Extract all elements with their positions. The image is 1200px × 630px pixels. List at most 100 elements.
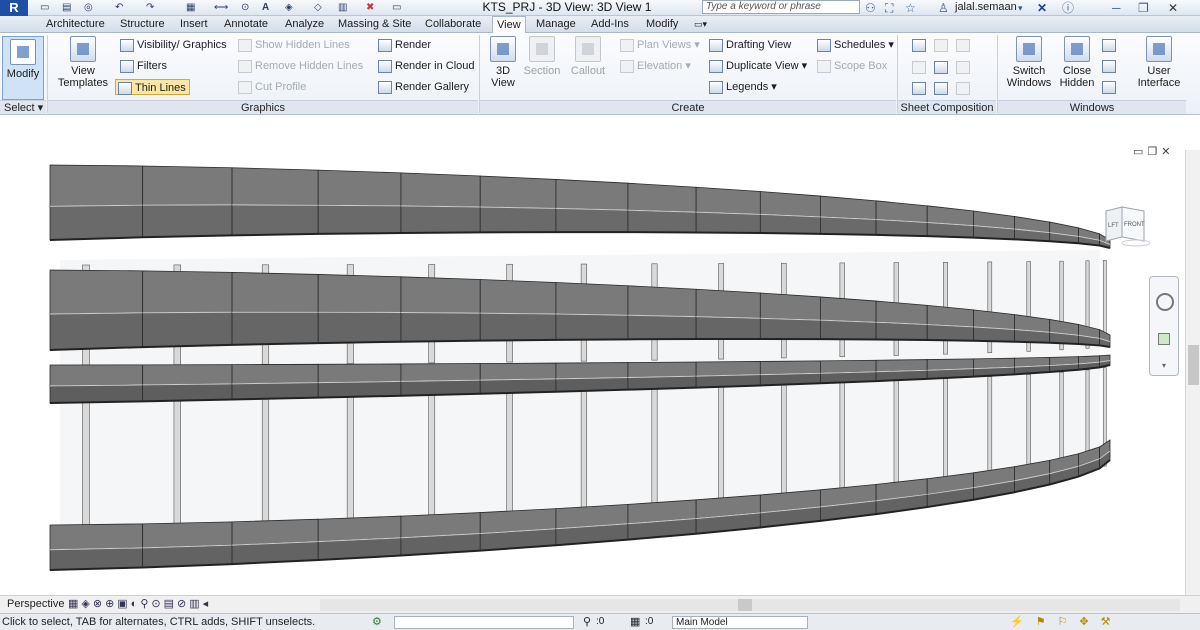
panel [142,364,233,386]
view-mode[interactable]: Perspective [7,598,64,610]
tab-structure[interactable]: Structure [116,16,169,33]
tab-view[interactable]: View [492,16,526,34]
worksets-icon[interactable]: ⚙ [372,615,382,628]
switch-windows-button[interactable]: Switch Windows [1004,36,1054,89]
render-button[interactable]: Render [376,37,431,53]
viewcube[interactable]: LFT FRONT [1100,205,1150,249]
callout-button[interactable]: Callout [568,36,608,77]
panel [875,321,928,341]
tab-insert[interactable]: Insert [176,16,212,33]
print-icon[interactable]: ▦ [186,1,195,15]
cascade-icon[interactable] [1102,60,1116,73]
visibility-graphics-button[interactable]: Visibility/ Graphics [118,37,227,53]
zoom-icon[interactable] [1158,333,1170,345]
measure-icon[interactable]: ⟷ [214,1,228,15]
panel [231,363,319,385]
guide-grid-icon[interactable] [934,61,948,74]
help-icon[interactable]: ⓘ [1062,0,1074,16]
tab-add-ins[interactable]: Add-Ins [587,16,633,33]
scroll-thumb[interactable] [738,599,752,611]
scroll-thumb[interactable] [1188,345,1199,385]
elevation-button[interactable]: Elevation ▾ [618,58,691,74]
cut-profile-button[interactable]: Cut Profile [236,79,306,95]
close-icon[interactable]: ✕ [1168,0,1178,16]
3d-viewport[interactable]: ▭❐✕ LFT FRONT ▾ [0,140,1200,595]
subscription-icon[interactable]: ⛶ [885,0,893,16]
user-name[interactable]: jalal.semaan [955,0,1017,15]
chevron-down-icon[interactable]: ▾ [1150,361,1178,370]
tab-massing-site[interactable]: Massing & Site [334,16,415,33]
steering-wheel-icon[interactable] [1156,293,1174,311]
design-options-icon[interactable]: ▦ [630,615,640,628]
app-logo[interactable]: R [0,0,28,16]
tab-analyze[interactable]: Analyze [281,16,328,33]
section-icon[interactable]: ◇ [314,1,322,15]
sheet-icon[interactable] [912,39,926,52]
modify-button[interactable]: Modify [2,36,44,100]
link-icon[interactable]: ⚲ [583,615,591,628]
close-hidden-icon[interactable]: ✖ [366,1,374,15]
search-input[interactable]: Type a keyword or phrase [702,0,860,14]
tile-icon[interactable] [1102,81,1116,94]
thin-lines-button[interactable]: Thin Lines [115,79,190,95]
building-3d-model[interactable] [0,140,1185,595]
redo-icon[interactable]: ↷ [146,1,154,15]
scope-box-button[interactable]: Scope Box [815,58,887,74]
legends-button[interactable]: Legends ▾ [707,79,777,95]
tab-annotate[interactable]: Annotate [220,16,272,33]
restore-icon[interactable]: ❐ [1138,0,1149,16]
plan-views-button[interactable]: Plan Views ▾ [618,37,700,53]
navigation-bar[interactable]: ▾ [1149,276,1179,376]
ribbon-minimize-icon[interactable]: ▭▾ [690,16,711,33]
text-icon[interactable]: A [262,1,269,15]
schedules-button[interactable]: Schedules ▾ [815,37,894,53]
infocenter-icon[interactable]: ⚇ [865,0,876,16]
save-icon[interactable]: ▤ [62,1,71,15]
user-icon[interactable]: ♙ [938,0,949,16]
tab-collaborate[interactable]: Collaborate [421,16,485,33]
replicate-icon[interactable] [1102,39,1116,52]
horizontal-scrollbar[interactable] [320,599,1180,611]
revisions-icon[interactable] [956,39,970,52]
tab-manage[interactable]: Manage [532,16,580,33]
render-in-cloud-button[interactable]: Render in Cloud [376,58,475,74]
open-icon[interactable]: ▭ [40,1,49,15]
view-reference-icon[interactable] [912,82,926,95]
minimize-icon[interactable]: ─ [1112,0,1121,16]
default-3d-icon[interactable]: ◈ [285,1,293,15]
chevron-down-icon[interactable]: ▾ [1018,0,1023,16]
remove-hidden-lines-button[interactable]: Remove Hidden Lines [236,58,363,74]
tag-icon[interactable]: ⊙ [241,1,249,15]
title-block-icon[interactable] [934,39,948,52]
undo-icon[interactable]: ↶ [115,1,123,15]
user-interface-button[interactable]: User Interface [1134,36,1184,89]
filters-button[interactable]: Filters [118,58,167,74]
place-view-icon[interactable] [912,61,926,74]
render-gallery-button[interactable]: Render Gallery [376,79,469,95]
panel [695,361,761,377]
duplicate-view-button[interactable]: Duplicate View ▾ [707,58,807,74]
exchange-icon[interactable]: ✕ [1037,0,1047,16]
tab-architecture[interactable]: Architecture [42,16,109,33]
matchline-icon[interactable] [956,61,970,74]
workset-field[interactable] [394,616,574,629]
close-hidden-button[interactable]: Close Hidden [1056,36,1098,89]
selection-filter-icons[interactable]: ⚡⚑⚐✥⚒ [1010,615,1123,628]
tab-modify[interactable]: Modify [642,16,682,33]
switch-windows-icon[interactable]: ▭ [392,1,401,15]
view-templates-button[interactable]: View Templates [56,36,110,89]
sheet-issues-icon[interactable] [956,82,970,95]
sync-icon[interactable]: ◎ [84,1,93,15]
3d-view-button[interactable]: 3D View [486,36,520,89]
show-hidden-lines-button[interactable]: Show Hidden Lines [236,37,350,53]
section-button[interactable]: Section [522,36,562,77]
drafting-view-button[interactable]: Drafting View [707,37,791,53]
view-control-icons[interactable]: ▦◈⊗⊕▣◐⚲⊙▤⊘▥◂ [68,597,211,610]
select-panel-title[interactable]: Select ▾ [0,100,46,114]
thin-lines-icon[interactable]: ▥ [338,1,347,15]
vertical-scrollbar[interactable] [1185,150,1200,595]
design-option-select[interactable]: Main Model [672,616,808,629]
view-window-controls[interactable]: ▭❐✕ [1133,145,1174,158]
viewports-icon[interactable] [934,82,948,95]
favorites-icon[interactable]: ☆ [905,0,916,16]
